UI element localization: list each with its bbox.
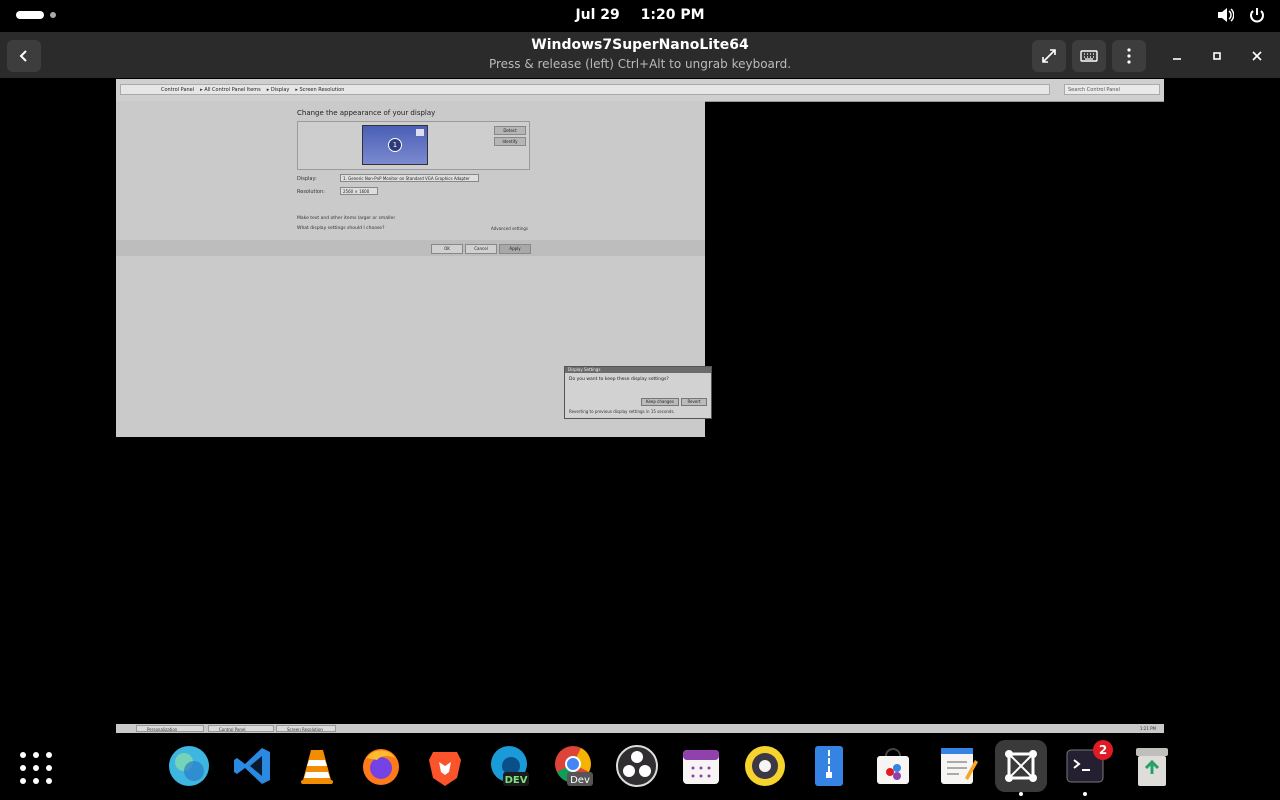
breadcrumb-item[interactable]: Screen Resolution [299, 87, 344, 93]
clock[interactable]: Jul 29 1:20 PM [0, 7, 1280, 23]
search-input[interactable]: Search Control Panel [1064, 84, 1160, 95]
detect-button[interactable]: Detect [494, 126, 526, 135]
fullscreen-icon [1042, 49, 1056, 63]
calendar-icon[interactable] [677, 742, 725, 790]
keyboard-icon [1080, 50, 1098, 62]
display-settings-help-link[interactable]: What display settings should I choose? [297, 226, 384, 231]
rhythmbox-icon[interactable] [741, 742, 789, 790]
maximize-button[interactable] [1207, 46, 1227, 66]
running-indicator [1083, 792, 1087, 796]
fullscreen-button[interactable] [1032, 40, 1066, 72]
vlc-icon[interactable] [293, 742, 341, 790]
minimize-icon [1173, 58, 1181, 60]
chrome-dev-icon[interactable]: Dev [549, 742, 597, 790]
dialog-countdown: Reverting to previous display settings i… [569, 409, 675, 414]
edge-dev-icon[interactable]: DEV [485, 742, 533, 790]
page-title: Change the appearance of your display [297, 109, 436, 117]
notification-badge: 2 [1093, 740, 1113, 760]
monitor-preview: 1 Detect Identify [297, 121, 530, 170]
resolution-select[interactable]: 2560 × 1600 [340, 187, 378, 195]
text-size-link[interactable]: Make text and other items larger or smal… [297, 216, 395, 221]
explorer-address-bar: Control Panel ▸ All Control Panel Items ▸ … [116, 79, 1164, 102]
trash-icon[interactable] [1128, 742, 1176, 790]
taskbar-item[interactable]: Personalization [136, 725, 204, 732]
system-menu[interactable] [1216, 6, 1266, 24]
minimize-button[interactable] [1167, 46, 1187, 66]
display-settings-dialog: Display Settings Do you want to keep the… [564, 366, 712, 419]
breadcrumb-item[interactable]: All Control Panel Items [204, 87, 261, 93]
apply-button[interactable]: Apply [499, 244, 531, 254]
firefox-icon[interactable] [357, 742, 405, 790]
file-roller-icon[interactable] [805, 742, 853, 790]
resolution-label: Resolution: [297, 189, 325, 195]
keep-changes-button[interactable]: Keep changes [641, 398, 679, 406]
cancel-button[interactable]: Cancel [465, 244, 497, 254]
taskbar-item[interactable]: Screen Resolution [276, 725, 336, 732]
svg-text:DEV: DEV [505, 775, 528, 786]
keyboard-button[interactable] [1072, 40, 1106, 72]
monitor-number: 1 [388, 138, 402, 152]
time: 1:20 PM [640, 7, 705, 23]
vm-clock: 1:21 PM [1139, 726, 1156, 731]
display-select[interactable]: 1. Generic Non-PnP Monitor on Standard V… [340, 174, 479, 182]
taskbar-item[interactable]: Control Panel [208, 725, 274, 732]
button-bar: OK Cancel Apply [116, 240, 705, 256]
ok-button[interactable]: OK [431, 244, 463, 254]
vscode-icon[interactable] [229, 742, 277, 790]
breadcrumb-item[interactable]: Control Panel [161, 87, 194, 93]
identify-button[interactable]: Identify [494, 137, 526, 146]
breadcrumb-item[interactable]: Display [271, 87, 289, 93]
gnome-boxes-icon[interactable] [995, 740, 1047, 792]
brave-icon[interactable] [421, 742, 469, 790]
obs-icon[interactable] [613, 742, 661, 790]
svg-text:Dev: Dev [570, 775, 590, 786]
top-bar: Jul 29 1:20 PM [0, 0, 1280, 32]
revert-button[interactable]: Revert [681, 398, 707, 406]
dock: DEV Dev [0, 733, 1280, 800]
web-browser-icon[interactable] [165, 742, 213, 790]
kebab-menu-icon [1127, 48, 1131, 64]
maximize-icon [1213, 52, 1221, 60]
monitor-icon [416, 129, 424, 136]
breadcrumb[interactable]: Control Panel ▸ All Control Panel Items ▸ … [120, 84, 1050, 95]
show-apps-icon[interactable] [20, 752, 52, 784]
close-icon [1252, 51, 1262, 61]
monitor-tile[interactable]: 1 [362, 125, 428, 165]
dialog-title: Display Settings [565, 367, 711, 373]
vm-taskbar: Personalization Control Panel Screen Res… [116, 724, 1164, 733]
running-indicator [1019, 792, 1023, 796]
dialog-question: Do you want to keep these display settin… [569, 377, 669, 382]
date: Jul 29 [575, 7, 620, 23]
menu-button[interactable] [1112, 40, 1146, 72]
power-icon [1250, 8, 1264, 23]
vm-display[interactable]: Control Panel ▸ All Control Panel Items ▸ … [116, 79, 1164, 733]
close-button[interactable] [1247, 46, 1267, 66]
volume-icon [1218, 8, 1234, 22]
software-center-icon[interactable] [869, 742, 917, 790]
advanced-settings-link[interactable]: Advanced settings [491, 226, 528, 231]
text-editor-icon[interactable] [933, 742, 981, 790]
window-header: Windows7SuperNanoLite64 Press & release … [0, 32, 1280, 78]
display-label: Display: [297, 176, 317, 182]
